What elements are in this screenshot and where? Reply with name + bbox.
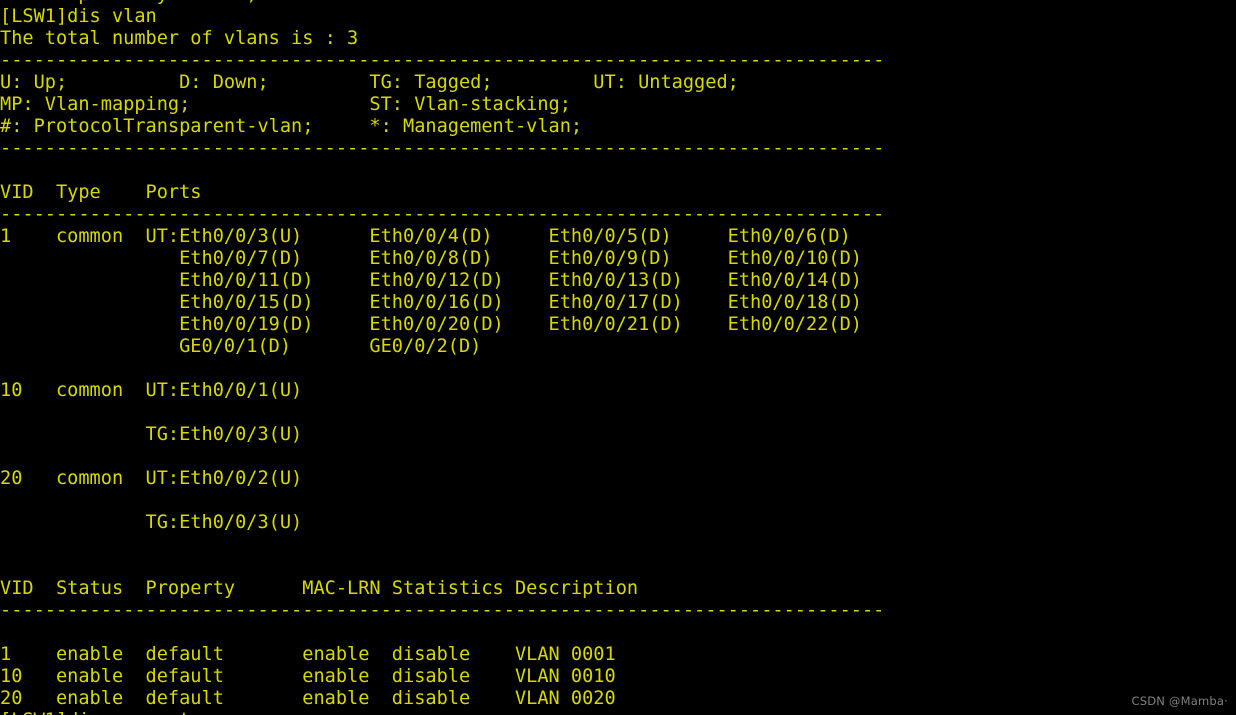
terminal-window[interactable]: p y ,[LSW1]dis vlanThe total number of v… <box>0 0 1236 715</box>
terminal-line: U: Up; D: Down; TG: Tagged; UT: Untagged… <box>0 72 739 93</box>
terminal-line: The total number of vlans is : 3 <box>0 28 359 49</box>
terminal-line: ----------------------------------------… <box>0 204 885 225</box>
terminal-line: 1 enable default enable disable VLAN 000… <box>0 644 616 665</box>
terminal-line: ----------------------------------------… <box>0 600 885 621</box>
terminal-line: [LSW1]dis current-con <box>0 710 1236 715</box>
terminal-line: Eth0/0/19(D) Eth0/0/20(D) Eth0/0/21(D) E… <box>0 314 862 335</box>
terminal-line: VID Status Property MAC-LRN Statistics D… <box>0 578 639 599</box>
terminal-line: 1 common UT:Eth0/0/3(U) Eth0/0/4(D) Eth0… <box>0 226 851 247</box>
terminal-line: 20 enable default enable disable VLAN 00… <box>0 688 616 709</box>
terminal-line: MP: Vlan-mapping; ST: Vlan-stacking; <box>0 94 571 115</box>
terminal-line: [LSW1]dis vlan <box>0 6 157 27</box>
terminal-line: ----------------------------------------… <box>0 138 885 159</box>
terminal-line: #: ProtocolTransparent-vlan; *: Manageme… <box>0 116 583 137</box>
terminal-line: ----------------------------------------… <box>0 50 885 71</box>
terminal-line: 10 enable default enable disable VLAN 00… <box>0 666 616 687</box>
terminal-line: 10 common UT:Eth0/0/1(U) <box>0 380 303 401</box>
csdn-watermark: CSDN @Mamba· <box>1131 694 1228 708</box>
terminal-line: Eth0/0/15(D) Eth0/0/16(D) Eth0/0/17(D) E… <box>0 292 862 313</box>
terminal-line: VID Type Ports <box>0 182 202 203</box>
terminal-line: 20 common UT:Eth0/0/2(U) <box>0 468 303 489</box>
terminal-line: TG:Eth0/0/3(U) <box>0 512 303 533</box>
terminal-screen-buffer: p y ,[LSW1]dis vlanThe total number of v… <box>0 0 1236 715</box>
terminal-line: Eth0/0/7(D) Eth0/0/8(D) Eth0/0/9(D) Eth0… <box>0 248 862 269</box>
terminal-line: TG:Eth0/0/3(U) <box>0 424 303 445</box>
terminal-line: Eth0/0/11(D) Eth0/0/12(D) Eth0/0/13(D) E… <box>0 270 862 291</box>
terminal-line: GE0/0/1(D) GE0/0/2(D) <box>0 336 482 357</box>
